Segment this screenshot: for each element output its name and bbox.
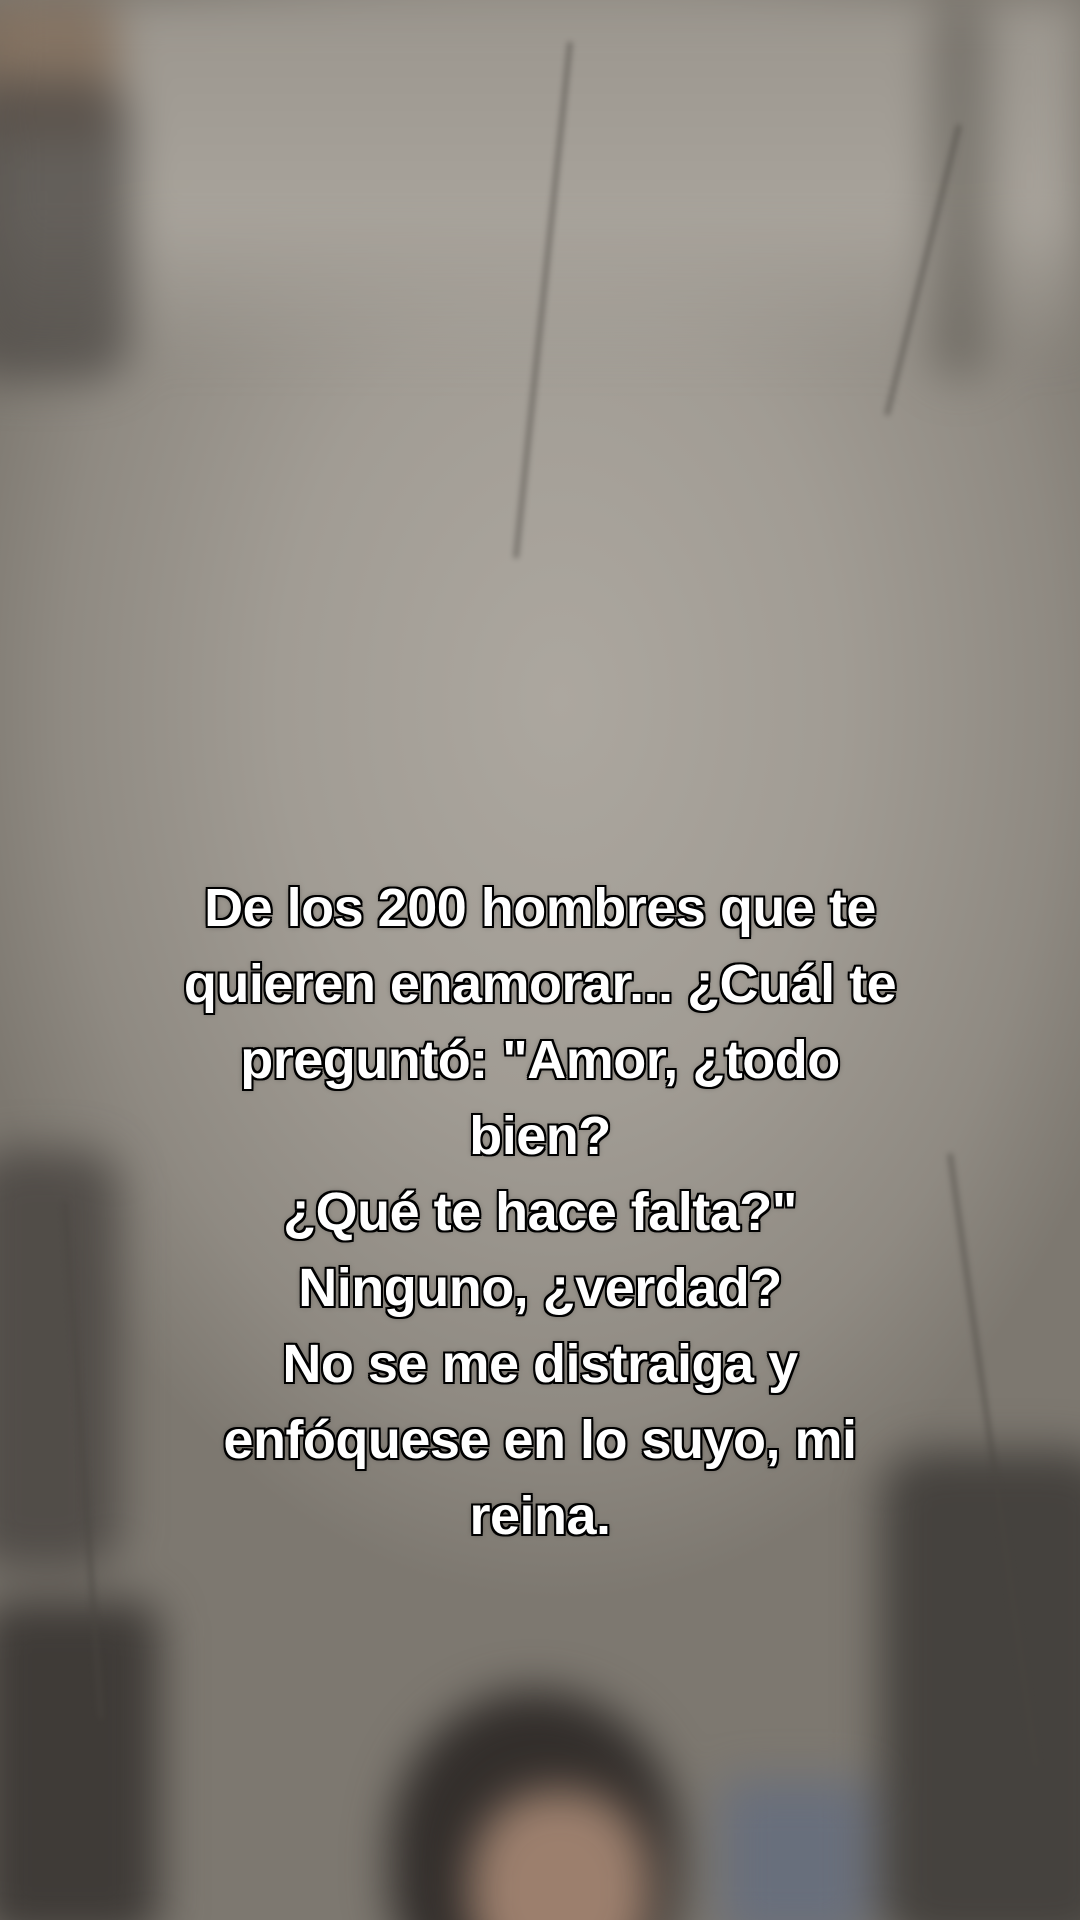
caption-overlay: De los 200 hombres que te quieren enamor… — [40, 870, 1040, 1554]
caption-line: enfóquese en lo suyo, mi — [223, 1410, 857, 1470]
left-dark-object-bottom — [0, 1600, 160, 1920]
caption-line: No se me distraiga y — [282, 1334, 798, 1394]
caption-line: De los 200 hombres que te — [204, 878, 876, 938]
video-frame[interactable]: De los 200 hombres que te quieren enamor… — [0, 0, 1080, 1920]
caption-line: reina. — [469, 1486, 611, 1546]
metal-object — [720, 1780, 870, 1920]
caption-line: preguntó: "Amor, ¿todo — [240, 1030, 840, 1090]
left-dark-object-top — [0, 80, 130, 380]
caption-line: bien? — [469, 1106, 611, 1166]
caption-line: quieren enamorar... ¿Cuál te — [183, 954, 897, 1014]
caption-line: Ninguno, ¿verdad? — [298, 1258, 782, 1318]
caption-line: ¿Qué te hace falta?" — [283, 1182, 797, 1242]
